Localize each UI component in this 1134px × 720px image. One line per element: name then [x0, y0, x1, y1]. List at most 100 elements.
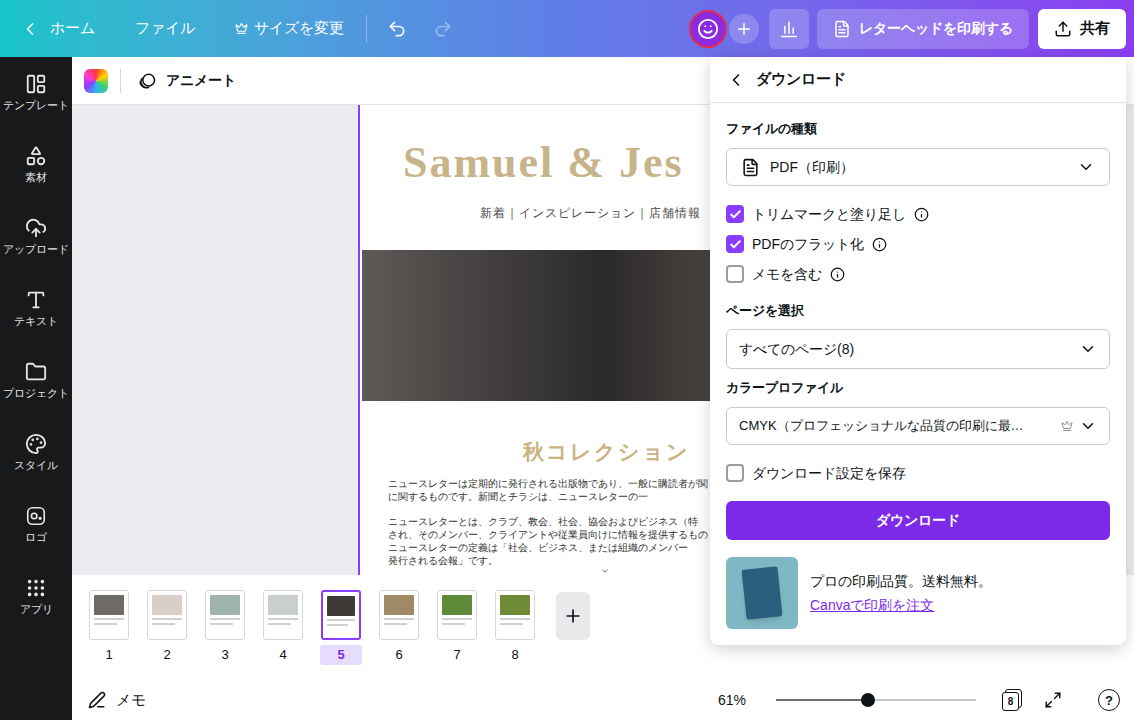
info-icon[interactable] [914, 207, 929, 222]
crown-icon [235, 22, 248, 35]
panel-header: ダウンロード [710, 57, 1126, 103]
add-page-button[interactable] [556, 592, 590, 640]
zoom-slider-thumb[interactable] [861, 693, 875, 707]
chart-icon [779, 19, 799, 39]
page-expand-handle[interactable] [595, 567, 615, 575]
save-settings-checkbox[interactable] [726, 464, 744, 482]
page-thumbnail[interactable] [379, 590, 419, 640]
option-checkbox[interactable] [726, 235, 744, 253]
page-thumbnail-item[interactable]: 1 [88, 590, 130, 665]
insights-button[interactable] [769, 9, 809, 49]
notes-button[interactable]: メモ [88, 689, 146, 712]
print-order-link[interactable]: Canvaで印刷を注文 [810, 595, 992, 615]
template-icon [25, 73, 47, 95]
zoom-slider[interactable] [776, 699, 976, 701]
page-thumbnail-item[interactable]: 8 [494, 590, 536, 665]
print-promo: プロの印刷品質。送料無料。 Canvaで印刷を注文 [726, 557, 1110, 629]
crown-icon [1061, 420, 1073, 432]
file-type-select[interactable]: PDF（印刷） [726, 148, 1110, 186]
color-profile-label: カラープロファイル [726, 378, 1110, 398]
save-settings-row[interactable]: ダウンロード設定を保存 [726, 458, 1110, 488]
option-checkbox[interactable] [726, 205, 744, 223]
sidebar-item[interactable]: スタイル [0, 417, 72, 489]
document-icon [833, 20, 851, 38]
pages-select[interactable]: すべてのページ(8) [726, 329, 1110, 369]
page-thumbnail-item[interactable]: 7 [436, 590, 478, 665]
plus-icon [735, 20, 753, 38]
page-thumbnail[interactable] [205, 590, 245, 640]
page-thumbnail[interactable] [321, 590, 361, 640]
page-thumbnail-item[interactable]: 2 [146, 590, 188, 665]
back-button[interactable] [726, 70, 746, 90]
sidebar-item[interactable]: アップロード [0, 201, 72, 273]
file-type-label: ファイルの種類 [726, 119, 1110, 139]
resize-button[interactable]: サイズを変更 [235, 17, 344, 40]
animate-button[interactable]: アニメート [137, 70, 236, 91]
sidebar: テンプレート素材アップロードテキストプロジェクトスタイルロゴアプリ [0, 57, 72, 720]
logo-icon [25, 505, 47, 527]
chevron-down-icon [1077, 158, 1095, 176]
editor-main: アニメートSamuel & Jes新着｜インスピレーション｜店舗情報秋コレクショ… [72, 57, 1134, 720]
redo-button[interactable] [433, 19, 453, 39]
page-thumbnail[interactable] [263, 590, 303, 640]
check-icon [729, 238, 742, 251]
pen-icon [88, 691, 106, 709]
page-number: 5 [320, 645, 362, 665]
home-button[interactable]: ホーム [0, 17, 95, 40]
color-profile-select[interactable]: CMYK（プロフェッショナルな品質の印刷に最… [726, 407, 1110, 445]
page-count-button[interactable]: 8 [1002, 689, 1022, 711]
zoom-percent[interactable]: 61% [718, 690, 746, 711]
page-number: 7 [436, 645, 478, 665]
sidebar-item[interactable]: ロゴ [0, 489, 72, 561]
page-thumbnail[interactable] [495, 590, 535, 640]
print-button[interactable]: レターヘッドを印刷する [817, 9, 1029, 49]
redo-icon [433, 19, 453, 39]
sidebar-item[interactable]: アプリ [0, 561, 72, 633]
option-row[interactable]: メモを含む [726, 259, 1110, 289]
bottom-bar: メモ 61% 8? [72, 680, 1134, 720]
option-row[interactable]: PDFのフラット化 [726, 229, 1110, 259]
page-thumbnail-item[interactable]: 6 [378, 590, 420, 665]
avatar-button[interactable] [689, 10, 727, 48]
sidebar-item[interactable]: 素材 [0, 129, 72, 201]
option-row[interactable]: トリムマークと塗り足し [726, 199, 1110, 229]
sidebar-item[interactable]: テキスト [0, 273, 72, 345]
page-thumbnail[interactable] [437, 590, 477, 640]
add-collaborator-button[interactable] [729, 14, 759, 44]
undo-button[interactable] [387, 19, 407, 39]
page-thumbnail-item[interactable]: 3 [204, 590, 246, 665]
promo-image [726, 557, 798, 629]
page-thumbnail[interactable] [89, 590, 129, 640]
sidebar-item[interactable]: プロジェクト [0, 345, 72, 417]
page-number: 8 [494, 645, 536, 665]
promo-text: プロの印刷品質。送料無料。 [810, 571, 992, 591]
animate-icon [137, 71, 157, 91]
pages-label: ページを選択 [726, 301, 1110, 321]
upload-icon [25, 217, 47, 239]
check-icon [729, 208, 742, 221]
toolbar-divider [120, 69, 121, 93]
page-number: 6 [378, 645, 420, 665]
download-button[interactable]: ダウンロード [726, 501, 1110, 540]
option-checkbox[interactable] [726, 265, 744, 283]
help-button[interactable]: ? [1098, 689, 1120, 711]
sidebar-item[interactable]: テンプレート [0, 57, 72, 129]
folder-icon [25, 361, 47, 383]
info-icon[interactable] [872, 237, 887, 252]
page-thumbnail-item[interactable]: 4 [262, 590, 304, 665]
chevron-left-icon [20, 19, 40, 39]
page-thumbnail-item[interactable]: 5 [320, 590, 362, 665]
share-button[interactable]: 共有 [1038, 9, 1126, 49]
file-menu[interactable]: ファイル [135, 17, 195, 40]
plus-icon [563, 606, 583, 626]
fullscreen-button[interactable] [1044, 691, 1062, 709]
apps-grid-icon [25, 577, 47, 599]
chevron-down-icon [1079, 340, 1097, 358]
page-number: 4 [262, 645, 304, 665]
page-number: 3 [204, 645, 246, 665]
fullscreen-icon [1044, 691, 1062, 709]
info-icon[interactable] [830, 267, 845, 282]
color-swatch[interactable] [84, 69, 108, 93]
page-thumbnail[interactable] [147, 590, 187, 640]
chevron-left-icon [726, 70, 746, 90]
